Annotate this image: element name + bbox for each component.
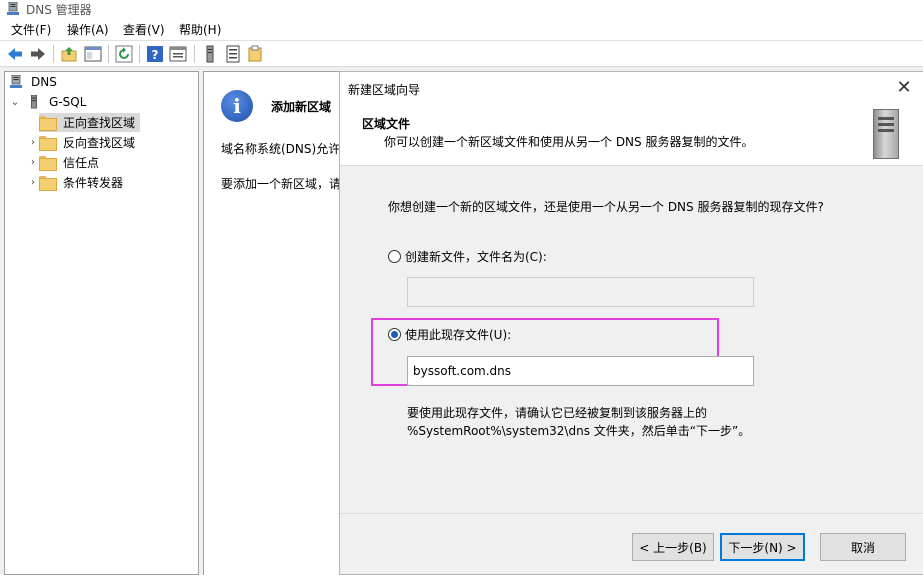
tree-item-reverse-lookup[interactable]: › 反向查找区域 xyxy=(27,132,140,152)
content-title: 添加新区域 xyxy=(271,100,332,114)
new-zone-wizard-dialog: 新建区域向导 ✕ 区域文件 你可以创建一个新区域文件和使用从另一个 DNS 服务… xyxy=(339,71,923,575)
chevron-right-icon[interactable]: › xyxy=(27,137,39,148)
new-file-name-input[interactable] xyxy=(407,277,754,307)
chevron-down-icon[interactable]: ⌄ xyxy=(9,97,21,108)
menu-view[interactable]: 查看(V) xyxy=(123,21,165,38)
menu-action[interactable]: 操作(A) xyxy=(67,21,109,38)
window-title: DNS 管理器 xyxy=(26,3,92,17)
dns-server-icon xyxy=(10,75,22,88)
toolbar-separator xyxy=(53,45,54,63)
menu-bar: 文件(F) 操作(A) 查看(V) 帮助(H) xyxy=(0,18,923,40)
tree-label: 信任点 xyxy=(63,155,100,170)
header-title: 区域文件 xyxy=(362,117,411,131)
server-icon[interactable] xyxy=(201,45,219,63)
tree-label: DNS xyxy=(31,75,57,89)
tree-root-dns[interactable]: DNS xyxy=(9,72,60,92)
tree-label: 条件转发器 xyxy=(63,175,124,190)
dialog-title-bar: 新建区域向导 ✕ xyxy=(340,72,923,103)
server-tower-icon xyxy=(873,109,899,159)
chevron-right-icon[interactable]: › xyxy=(27,157,39,168)
header-subtitle: 你可以创建一个新区域文件和使用从另一个 DNS 服务器复制的文件。 xyxy=(384,135,754,149)
tree-label: 正向查找区域 xyxy=(63,115,136,130)
dns-server-icon xyxy=(7,2,19,15)
note-text: %SystemRoot%\system32\dns 文件夹，然后单击“下一步”。 xyxy=(407,424,751,438)
forward-arrow-icon[interactable] xyxy=(29,45,47,63)
toolbar: ? xyxy=(0,40,923,67)
folder-icon xyxy=(39,135,57,151)
option-new-file[interactable]: 创建新文件，文件名为(C): xyxy=(388,248,547,265)
note-text: 要使用此现存文件，请确认它已经被复制到该服务器上的 xyxy=(407,406,708,420)
close-icon[interactable]: ✕ xyxy=(892,76,916,100)
dialog-title: 新建区域向导 xyxy=(348,83,421,97)
question-text: 你想创建一个新的区域文件，还是使用一个从另一个 DNS 服务器复制的现存文件? xyxy=(388,200,824,214)
next-button[interactable]: 下一步(N) > xyxy=(720,533,805,561)
info-icon: i xyxy=(221,90,253,122)
dialog-header: 区域文件 你可以创建一个新区域文件和使用从另一个 DNS 服务器复制的文件。 xyxy=(340,103,923,166)
back-arrow-icon[interactable] xyxy=(6,45,24,63)
properties-icon[interactable] xyxy=(169,45,187,63)
tree-label: 反向查找区域 xyxy=(63,135,136,150)
toolbar-separator xyxy=(108,45,109,63)
content-text: 域名称系统(DNS)允许 xyxy=(221,142,341,156)
menu-file[interactable]: 文件(F) xyxy=(11,21,51,38)
server-node-icon xyxy=(31,95,37,109)
cancel-button[interactable]: 取消 xyxy=(820,533,906,561)
folder-icon xyxy=(39,115,57,131)
filter-icon[interactable] xyxy=(246,45,264,63)
folder-icon xyxy=(39,175,57,191)
folder-icon xyxy=(39,155,57,171)
up-folder-icon[interactable] xyxy=(60,45,78,63)
radio-existing-file[interactable] xyxy=(388,328,401,341)
tree-item-forward-lookup[interactable]: 正向查找区域 xyxy=(27,112,141,132)
back-button[interactable]: < 上一步(B) xyxy=(632,533,714,561)
list-icon[interactable] xyxy=(224,45,242,63)
radio-new-file[interactable] xyxy=(388,250,401,263)
content-text: 要添加一个新区域，请 xyxy=(221,177,342,191)
tree-server[interactable]: ⌄ G-SQL xyxy=(9,92,89,112)
toolbar-separator xyxy=(139,45,140,63)
menu-help[interactable]: 帮助(H) xyxy=(179,21,221,38)
svg-text:?: ? xyxy=(152,48,159,62)
window-title-bar: DNS 管理器 xyxy=(0,0,923,18)
tree-item-trust-points[interactable]: › 信任点 xyxy=(27,152,104,172)
option-new-file-label: 创建新文件，文件名为(C): xyxy=(405,250,547,264)
option-existing-file[interactable]: 使用此现存文件(U): xyxy=(388,326,511,343)
refresh-icon[interactable] xyxy=(115,45,133,63)
tree-item-conditional-forwarders[interactable]: › 条件转发器 xyxy=(27,172,128,192)
toolbar-separator xyxy=(194,45,195,63)
tree-label: G-SQL xyxy=(49,95,87,109)
chevron-right-icon[interactable]: › xyxy=(27,177,39,188)
option-existing-file-label: 使用此现存文件(U): xyxy=(405,328,512,342)
existing-file-name-input[interactable] xyxy=(407,356,754,386)
help-icon[interactable]: ? xyxy=(146,45,164,63)
footer-divider xyxy=(340,513,923,514)
show-hide-tree-icon[interactable] xyxy=(84,45,102,63)
result-pane: i 添加新区域 域名称系统(DNS)允许 要添加一个新区域，请 xyxy=(203,71,342,575)
console-tree: DNS ⌄ G-SQL 正向查找区域 › 反向查找区域 › 信任点 › 条件转发… xyxy=(4,71,199,575)
